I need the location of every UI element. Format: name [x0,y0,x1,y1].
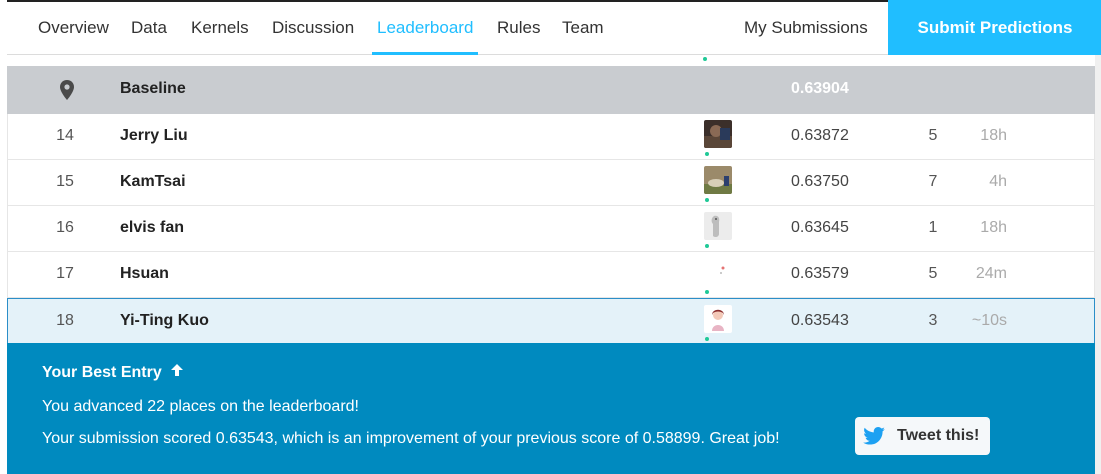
my-submissions-link[interactable]: My Submissions [744,18,868,38]
last-submission-cell: 18h [980,127,1007,144]
baseline-label: Baseline [120,80,186,97]
tweet-button-label: Tweet this! [897,427,980,444]
avatar[interactable] [704,258,732,286]
team-name[interactable]: KamTsai [120,173,186,191]
submit-predictions-button[interactable]: Submit Predictions [888,0,1101,55]
table-row: 14 Jerry Liu 0.63872 5 18h [7,114,1095,160]
baseline-row: Baseline 0.63904 [7,66,1095,114]
baseline-score: 0.63904 [791,80,849,97]
online-status-dot [705,244,709,248]
score-cell: 0.63579 [791,265,849,282]
table-row: 17 Hsuan 0.63579 5 24m [7,252,1095,298]
score-cell: 0.63750 [791,173,849,190]
tab-discussion[interactable]: Discussion [272,18,354,38]
table-row-current-user: 18 Yi-Ting Kuo 0.63543 3 ~10s [7,298,1095,345]
location-pin-icon [60,80,74,100]
avatar[interactable] [704,305,732,333]
score-cell: 0.63872 [791,127,849,144]
team-name[interactable]: elvis fan [120,219,184,237]
banner-title: Your Best Entry [42,363,184,382]
last-submission-cell: ~10s [971,312,1007,329]
rank-cell: 16 [56,219,74,236]
entries-cell: 1 [928,219,938,236]
avatar[interactable] [704,120,732,148]
page-left-margin [0,0,7,474]
score-cell: 0.63543 [791,312,849,329]
entries-cell: 5 [928,127,938,144]
online-status-dot [705,152,709,156]
tab-rules[interactable]: Rules [497,18,540,38]
table-row: 15 KamTsai 0.63750 7 4h [7,160,1095,206]
entries-cell: 3 [928,312,938,329]
rank-cell: 15 [56,173,74,190]
arrow-up-icon [171,364,184,376]
best-entry-banner: Your Best Entry You advanced 22 places o… [7,343,1095,474]
team-name[interactable]: Hsuan [120,265,169,283]
tab-team[interactable]: Team [562,18,604,38]
competition-nav: Overview Data Kernels Discussion Leaderb… [7,0,1101,55]
tab-data[interactable]: Data [131,18,167,38]
leaderboard-table: Baseline 0.63904 14 Jerry Liu 0.63872 5 … [7,66,1095,345]
score-message: Your submission scored 0.63543, which is… [42,430,780,447]
tab-kernels[interactable]: Kernels [191,18,249,38]
online-status-dot [705,290,709,294]
active-tab-indicator [372,52,478,55]
last-submission-cell: 18h [980,219,1007,236]
advanced-message: You advanced 22 places on the leaderboar… [42,398,359,415]
scroll-marker-dot [703,57,707,61]
last-submission-cell: 24m [975,265,1007,282]
online-status-dot [705,198,709,202]
team-name[interactable]: Yi-Ting Kuo [120,312,209,330]
table-row: 16 elvis fan 0.63645 1 18h [7,206,1095,252]
rank-cell: 18 [56,312,74,329]
online-status-dot [705,337,709,341]
tweet-button[interactable]: Tweet this! [855,417,990,455]
entries-cell: 5 [928,265,938,282]
score-cell: 0.63645 [791,219,849,236]
tab-overview[interactable]: Overview [38,18,109,38]
tab-leaderboard[interactable]: Leaderboard [377,18,473,38]
avatar[interactable] [704,212,732,240]
avatar[interactable] [704,166,732,194]
twitter-bird-icon [863,427,885,445]
banner-title-text: Your Best Entry [42,364,162,381]
entries-cell: 7 [928,173,938,190]
page-right-margin [1095,0,1101,474]
rank-cell: 17 [56,265,74,282]
last-submission-cell: 4h [989,173,1007,190]
rank-cell: 14 [56,127,74,144]
team-name[interactable]: Jerry Liu [120,127,188,145]
